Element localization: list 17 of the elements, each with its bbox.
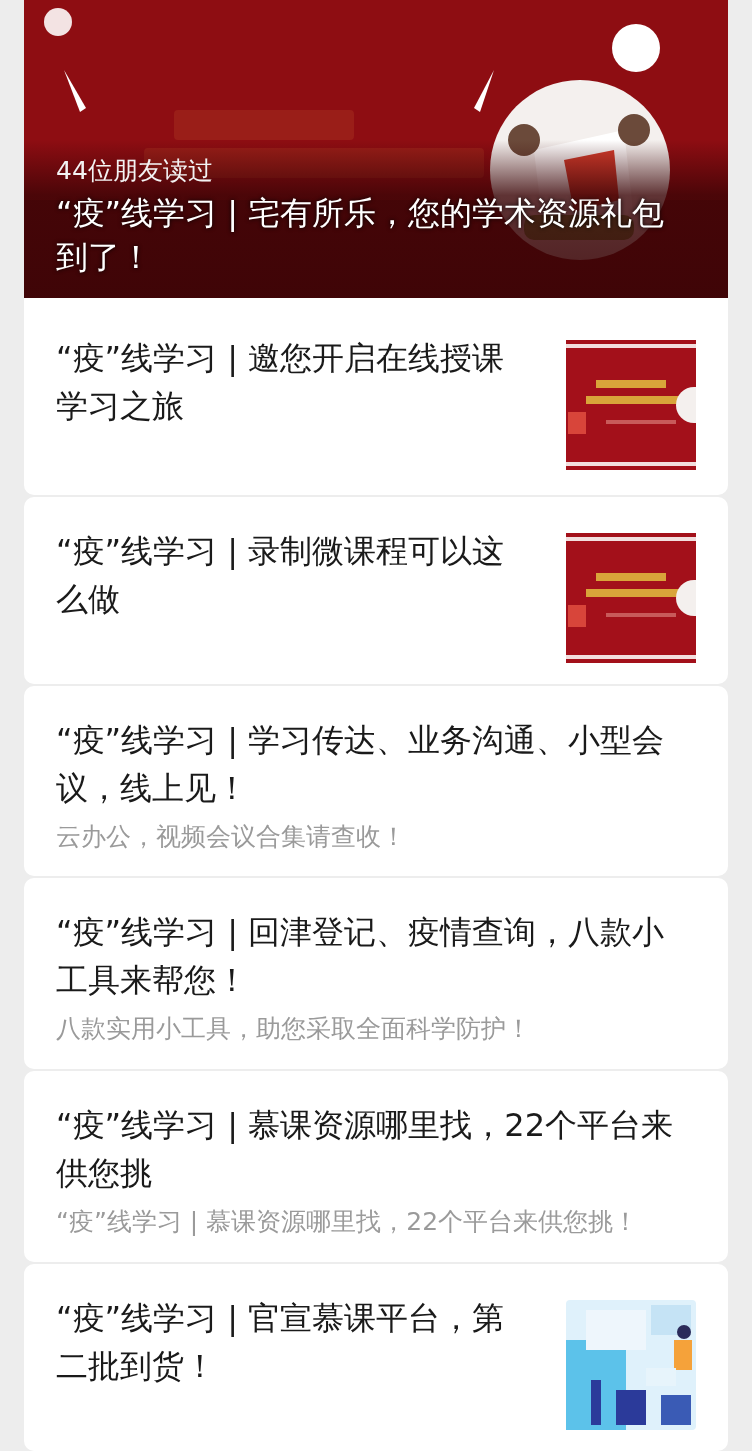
article-card[interactable]: 44位朋友读过 “疫”线学习 | 宅有所乐，您的学术资源礼包到了！ “疫”线学习 | 邀您开启在线授课学习之旅 xyxy=(24,0,728,495)
article-summary: 八款实用小工具，助您采取全面科学防护！ xyxy=(56,1013,532,1046)
article-card[interactable]: “疫”线学习 | 回津登记、疫情查询，八款小工具来帮您！ 八款实用小工具，助您采取全面科学防护！ xyxy=(24,878,728,1070)
article-title[interactable]: “疫”线学习 | 录制微课程可以这么做 xyxy=(56,526,536,623)
article-card[interactable]: “疫”线学习 | 官宣慕课平台，第二批到货！ xyxy=(24,1264,728,1451)
article-card[interactable]: “疫”线学习 | 录制微课程可以这么做 xyxy=(24,496,728,684)
article-title[interactable]: “疫”线学习 | 慕课资源哪里找，22个平台来供您挑 xyxy=(56,1101,696,1198)
article-title[interactable]: “疫”线学习 | 邀您开启在线授课学习之旅 xyxy=(56,334,536,430)
article-title[interactable]: “疫”线学习 | 官宣慕课平台，第二批到货！ xyxy=(56,1294,536,1391)
article-card[interactable]: “疫”线学习 | 慕课资源哪里找，22个平台来供您挑 “疫”线学习 | 慕课资源哪里找，22个平台来供您挑！ xyxy=(24,1071,728,1263)
article-summary: “疫”线学习 | 慕课资源哪里找，22个平台来供您挑！ xyxy=(56,1206,640,1239)
read-count: 44位朋友读过 xyxy=(56,155,213,187)
article-title[interactable]: “疫”线学习 | 宅有所乐，您的学术资源礼包到了！ xyxy=(56,191,688,279)
article-title[interactable]: “疫”线学习 | 回津登记、疫情查询，八款小工具来帮您！ xyxy=(56,908,696,1005)
article-card[interactable]: “疫”线学习 | 学习传达、业务沟通、小型会议，线上见！ 云办公，视频会议合集请查收！ xyxy=(24,685,728,877)
article-title[interactable]: “疫”线学习 | 学习传达、业务沟通、小型会议，线上见！ xyxy=(56,715,696,812)
article-summary: 云办公，视频会议合集请查收！ xyxy=(56,820,407,853)
